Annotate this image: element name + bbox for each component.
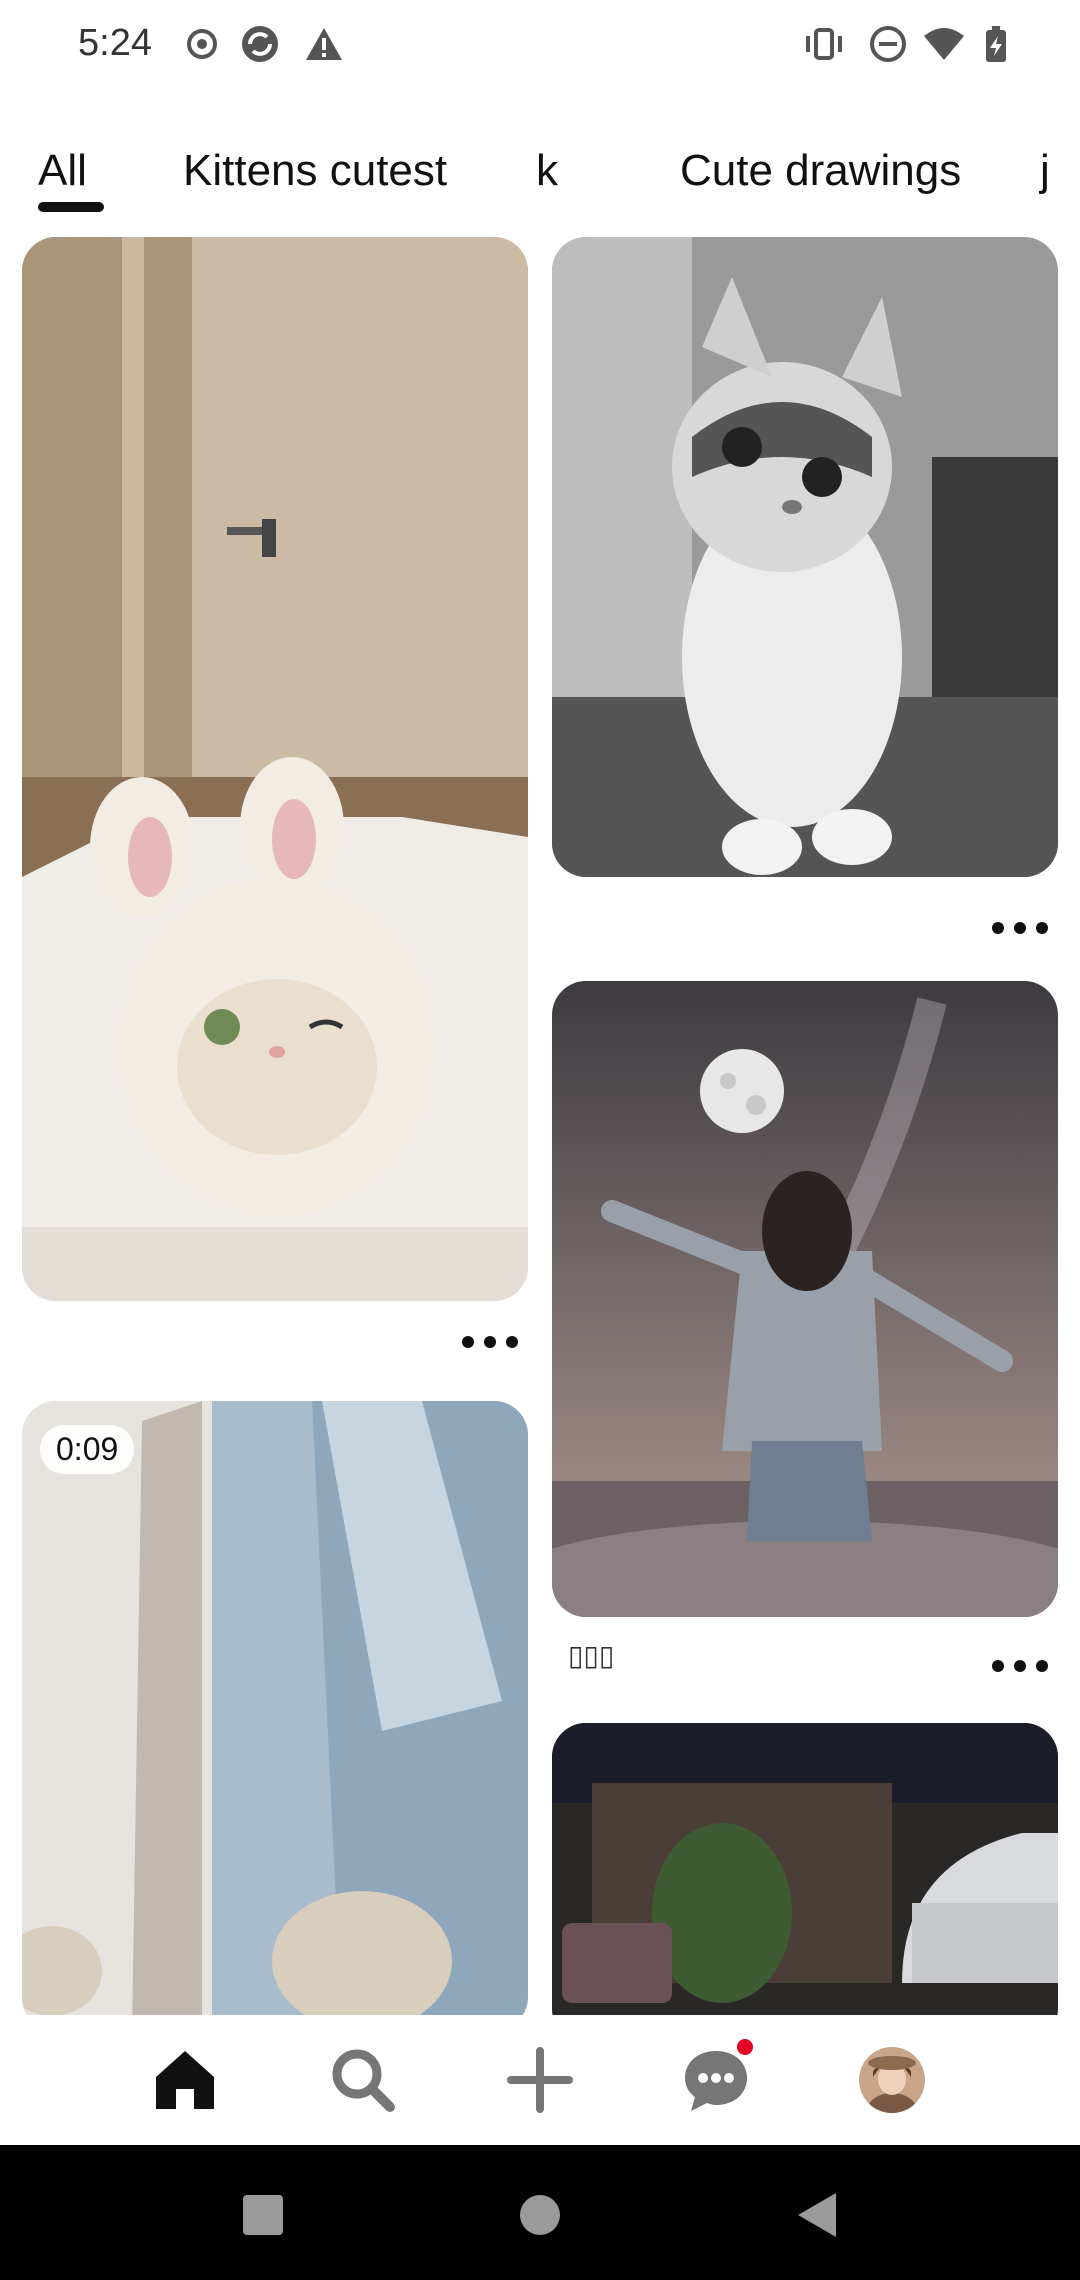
tab-selected-indicator [38,202,104,212]
pin-moon-girl[interactable] [552,981,1058,1617]
pin-night-street[interactable] [552,1723,1058,2015]
battery-icon [986,26,1006,62]
tab-all[interactable]: All [38,146,87,196]
tab-cute-drawings[interactable]: Cute drawings [680,146,961,196]
pin-more-button[interactable] [462,1327,518,1357]
wifi-icon [924,28,964,60]
system-nav-bar [0,2145,1080,2280]
tab-kittens-cutest[interactable]: Kittens cutest [183,146,447,196]
search-icon [332,2049,395,2112]
nav-search[interactable] [323,2040,403,2120]
pin-bunny-hat-kitten[interactable] [22,237,528,1301]
dot [462,1336,474,1348]
dot [1014,1660,1026,1672]
do-not-disturb-icon [870,26,906,62]
warning-icon [306,28,342,60]
pin-image [552,1723,1058,2015]
pin-more-button[interactable] [992,913,1048,943]
pin-more-button[interactable] [992,1651,1048,1681]
tab-j[interactable]: j [1040,146,1050,196]
pin-image [552,237,1058,877]
dot [506,1336,518,1348]
pin-video-water-channel[interactable]: 0:09 [22,1401,528,2015]
vibrate-icon [806,28,842,60]
pin-image [22,237,528,1301]
home-icon [156,2051,214,2109]
sync-app-icon [242,26,278,62]
status-time: 5:24 [78,22,152,64]
tab-k[interactable]: k [536,146,558,196]
pin-image [22,1401,528,2015]
pin-feed[interactable]: 0:09 ▯▯▯ [0,235,1080,2015]
pin-gray-kitten[interactable] [552,237,1058,877]
pin-title: ▯▯▯ [568,1640,615,1671]
status-bar: 5:24 [0,0,1080,90]
nav-create[interactable] [500,2040,580,2120]
dot [1036,1660,1048,1672]
dot [1014,922,1026,934]
dot [992,922,1004,934]
create-icon [507,2047,573,2113]
dot [992,1660,1004,1672]
nav-home[interactable] [145,2040,225,2120]
dot [1036,922,1048,934]
record-icon [187,29,217,59]
home-button-icon[interactable] [510,2185,570,2245]
recents-icon[interactable] [233,2185,293,2245]
video-duration-badge: 0:09 [40,1425,135,1474]
board-tabs: All Kittens cutest k Cute drawings j [0,130,1080,220]
pin-image [552,981,1058,1617]
nav-profile[interactable] [852,2040,932,2120]
dot [484,1336,496,1348]
profile-avatar [859,2047,925,2113]
notification-dot [734,2036,756,2058]
nav-messages[interactable] [676,2036,756,2120]
bottom-nav [0,2015,1080,2145]
back-icon[interactable] [788,2185,848,2245]
